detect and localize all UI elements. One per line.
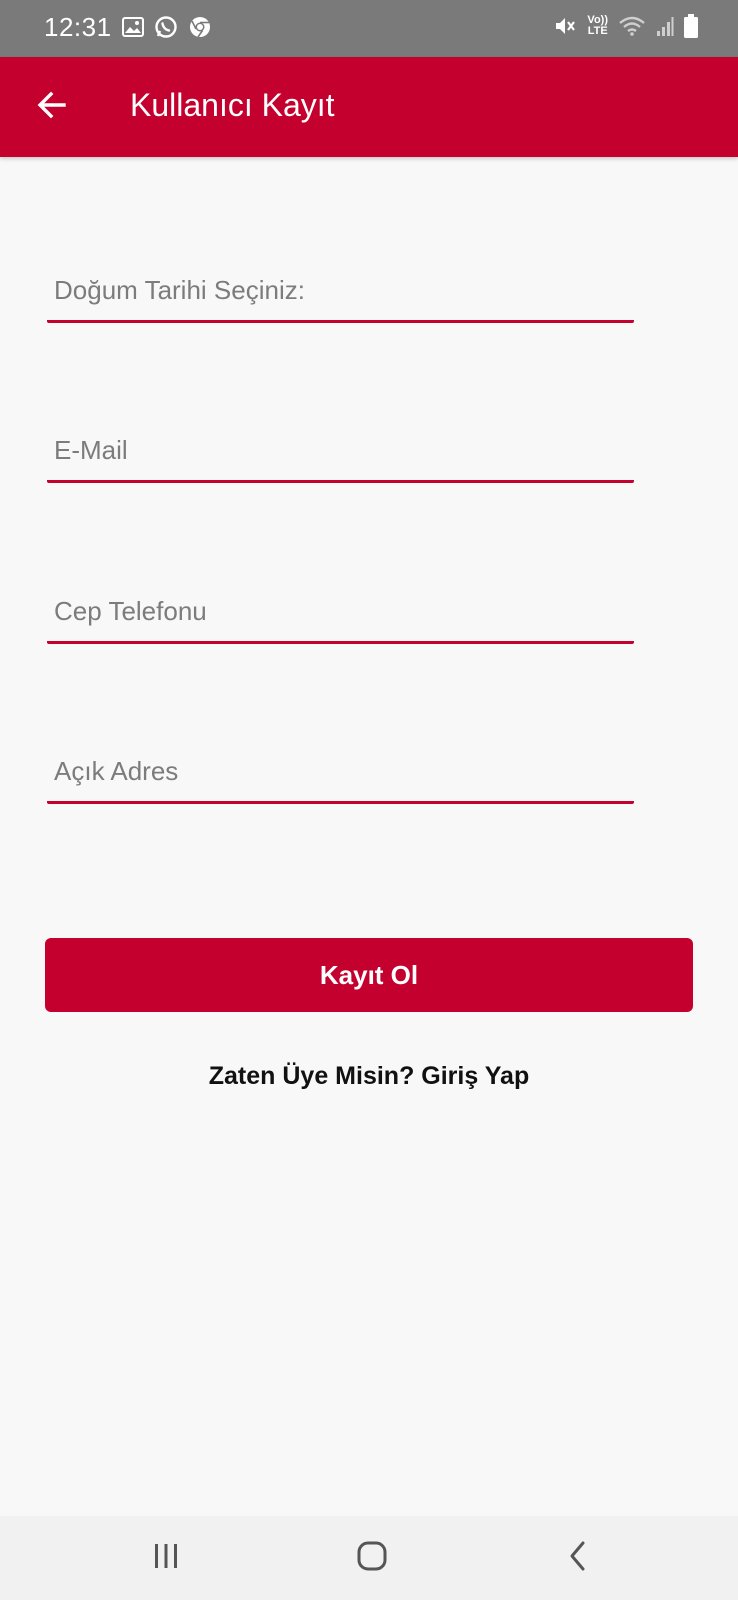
recents-icon	[151, 1542, 181, 1575]
phone-placeholder: Cep Telefonu	[54, 596, 207, 626]
back-button[interactable]	[28, 83, 76, 131]
system-nav-bar	[0, 1516, 738, 1600]
login-link[interactable]: Zaten Üye Misin? Giriş Yap	[0, 1062, 738, 1091]
birth-date-field[interactable]: Doğum Tarihi Seçiniz:	[47, 264, 634, 323]
email-placeholder: E-Mail	[54, 435, 128, 465]
recents-button[interactable]	[136, 1536, 196, 1580]
address-field[interactable]: Açık Adres	[47, 745, 634, 804]
wifi-icon	[618, 15, 646, 37]
volte-icon: Vo)) LTE	[587, 15, 608, 37]
home-icon	[356, 1540, 388, 1577]
mute-icon	[553, 14, 577, 38]
app-bar: Kullanıcı Kayıt	[0, 57, 738, 157]
email-field[interactable]: E-Mail	[47, 424, 634, 483]
register-button[interactable]: Kayıt Ol	[45, 938, 693, 1012]
home-button[interactable]	[342, 1536, 402, 1580]
battery-icon	[684, 14, 698, 38]
volte-bottom-text: LTE	[587, 25, 608, 37]
status-left-icons	[122, 15, 212, 39]
screen: 12:31 Vo)) LTE Kullanıcı Kayıt Doğum Tar…	[0, 0, 738, 1600]
birth-date-placeholder: Doğum Tarihi Seçiniz:	[54, 275, 305, 305]
phone-field[interactable]: Cep Telefonu	[47, 585, 634, 644]
status-bar: 12:31 Vo)) LTE	[0, 0, 738, 57]
system-back-button[interactable]	[548, 1536, 608, 1580]
gallery-icon	[122, 17, 144, 37]
signal-icon	[656, 15, 674, 37]
whatsapp-icon	[154, 15, 178, 39]
chrome-icon	[188, 15, 212, 39]
status-right-icons: Vo)) LTE	[553, 14, 698, 38]
back-icon	[566, 1540, 590, 1577]
arrow-left-icon	[36, 89, 68, 126]
page-title: Kullanıcı Kayıt	[130, 87, 335, 123]
status-time: 12:31	[44, 12, 112, 42]
address-placeholder: Açık Adres	[54, 756, 179, 786]
